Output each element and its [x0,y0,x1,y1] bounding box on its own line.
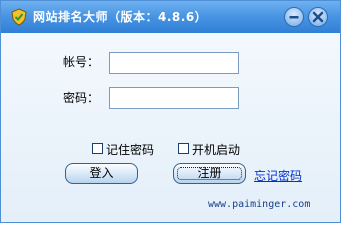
login-window: 网站排名大师（版本：4.8.6） 帐号： 密码： 记住密码 开机启动 登入 注册… [0,0,341,223]
website-url: www.paiminger.com [208,199,311,210]
minimize-icon [289,16,299,19]
login-button-label: 登入 [89,166,114,180]
password-label: 密码： [63,91,100,105]
forgot-password-link[interactable]: 忘记密码 [254,167,302,184]
autostart-label[interactable]: 开机启动 [192,141,240,158]
password-input[interactable] [109,87,239,109]
login-button[interactable]: 登入 [65,163,138,184]
account-label: 帐号： [63,55,100,69]
login-form: 帐号： 密码： 记住密码 开机启动 登入 注册 忘记密码 www.paiming… [1,33,340,222]
shield-icon [11,8,27,26]
account-input[interactable] [109,52,239,74]
focus-ring [177,167,242,180]
remember-password-checkbox[interactable] [92,143,103,154]
window-title: 网站排名大师（版本：4.8.6） [33,10,208,24]
title-bar[interactable]: 网站排名大师（版本：4.8.6） [1,1,340,33]
autostart-checkbox[interactable] [178,143,189,154]
minimize-button[interactable] [284,7,304,27]
close-button[interactable] [308,7,328,27]
close-icon [312,11,324,23]
remember-password-label[interactable]: 记住密码 [106,141,154,158]
register-button[interactable]: 注册 [173,163,246,184]
